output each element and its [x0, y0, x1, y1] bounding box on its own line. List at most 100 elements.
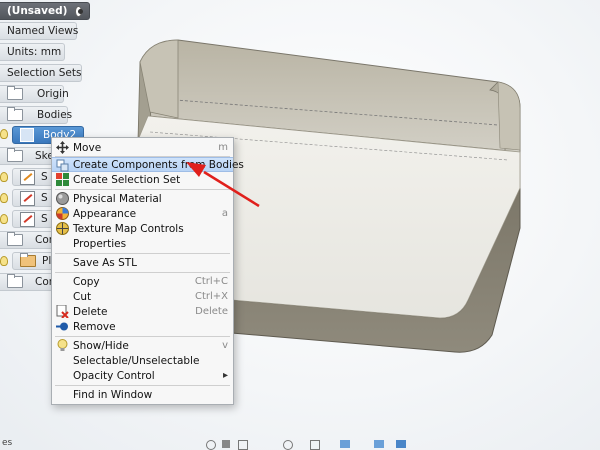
bottom-toolbar: es: [0, 438, 600, 450]
sketch-row-1[interactable]: S: [12, 168, 54, 186]
display-settings-icon[interactable]: [340, 440, 350, 448]
menu-item-texture-map-controls[interactable]: Texture Map Controls: [52, 221, 233, 236]
menu-separator: [55, 189, 230, 190]
menu-item-label: Opacity Control: [73, 369, 155, 382]
selection-sets-node[interactable]: Selection Sets: [0, 64, 82, 82]
menu-item-shortcut: v: [222, 340, 228, 351]
folder-icon: [7, 148, 23, 162]
menu-item-label: Create Selection Set: [73, 173, 181, 186]
origin-node[interactable]: Origin: [0, 85, 69, 103]
texture-map-icon: [56, 222, 69, 235]
move-icon: [56, 141, 69, 154]
submenu-arrow-icon: ▸: [222, 370, 228, 381]
menu-item-label: Appearance: [73, 207, 137, 220]
menu-item-shortcut: Ctrl+X: [194, 291, 228, 302]
components-node[interactable]: Compone: [0, 273, 85, 291]
menu-item-label: Save As STL: [73, 256, 138, 269]
document-title-node[interactable]: (Unsaved): [0, 2, 90, 20]
menu-item-label: Show/Hide: [73, 339, 129, 352]
document-title: (Unsaved): [7, 5, 68, 17]
menu-item-opacity-control[interactable]: Opacity Control ▸: [52, 368, 233, 383]
menu-separator: [55, 253, 230, 254]
menu-item-show-hide[interactable]: Show/Hide v: [52, 338, 233, 353]
menu-item-shortcut: Delete: [195, 306, 228, 317]
folder-icon: [7, 86, 23, 100]
lightbulb-icon[interactable]: [0, 193, 8, 203]
body-icon: [20, 128, 34, 142]
menu-item-shortcut: a: [221, 208, 228, 219]
menu-item-selectable-unselectable[interactable]: Selectable/Unselectable: [52, 353, 233, 368]
construction-node[interactable]: Constru: [0, 231, 76, 249]
units-label: Units: mm: [7, 46, 62, 58]
selection-sets-label: Selection Sets: [7, 67, 82, 79]
named-views-node[interactable]: Named Views: [0, 22, 79, 40]
units-node[interactable]: Units: mm: [0, 43, 65, 61]
menu-item-label: Cut: [73, 290, 92, 303]
viewports-icon[interactable]: [396, 440, 406, 448]
menu-item-remove[interactable]: Remove: [52, 319, 233, 334]
lightbulb-icon[interactable]: [0, 214, 8, 224]
named-views-label: Named Views: [7, 25, 79, 37]
lightbulb-icon: [57, 339, 68, 351]
menu-item-create-components-from-bodies[interactable]: Create Components from Bodies: [52, 157, 244, 172]
sketches-node[interactable]: Sketc: [0, 147, 64, 165]
menu-item-label: Selectable/Unselectable: [73, 354, 200, 367]
plane-icon: [20, 253, 36, 267]
menu-item-save-as-stl[interactable]: Save As STL: [52, 255, 233, 270]
menu-item-label: Delete: [73, 305, 108, 318]
menu-item-delete[interactable]: Delete Delete: [52, 304, 233, 319]
menu-item-physical-material[interactable]: Physical Material: [52, 191, 233, 206]
sketch-row-label: S: [41, 192, 48, 204]
lightbulb-icon[interactable]: [0, 172, 8, 182]
delete-icon: [56, 305, 69, 318]
folder-icon: [7, 232, 23, 246]
menu-separator: [55, 385, 230, 386]
menu-item-label: Properties: [73, 237, 127, 250]
sketch-icon: [20, 190, 35, 206]
menu-item-properties[interactable]: Properties: [52, 236, 233, 251]
sketch-row-2[interactable]: S: [12, 189, 54, 207]
plane-node[interactable]: Plan: [12, 252, 64, 270]
pan-icon[interactable]: [222, 440, 230, 448]
menu-item-label: Move: [73, 141, 102, 154]
sketch-row-label: S: [41, 171, 48, 183]
material-sphere-icon: [56, 192, 69, 205]
menu-item-label: Texture Map Controls: [73, 222, 184, 235]
bodies-label: Bodies: [37, 109, 73, 121]
menu-item-label: Create Components from Bodies: [73, 158, 244, 171]
menu-separator: [55, 336, 230, 337]
menu-item-shortcut: Ctrl+C: [194, 276, 228, 287]
create-components-icon: [56, 159, 69, 172]
lightbulb-icon[interactable]: [0, 129, 8, 139]
selection-set-icon: [56, 173, 69, 186]
lightbulb-icon[interactable]: [0, 256, 8, 266]
fit-icon[interactable]: [310, 440, 320, 450]
sketch-row-label: S: [41, 213, 48, 225]
menu-item-create-selection-set[interactable]: Create Selection Set: [52, 172, 233, 187]
status-text: es: [2, 438, 13, 448]
context-menu: Move m Create Components from Bodies Cre…: [51, 137, 244, 405]
menu-item-find-in-window[interactable]: Find in Window: [52, 387, 233, 402]
folder-icon: [7, 107, 23, 121]
remove-icon: [56, 322, 68, 331]
menu-separator: [55, 272, 230, 273]
menu-item-appearance[interactable]: Appearance a: [52, 206, 233, 221]
sketch-icon: [20, 211, 35, 227]
zoom-icon[interactable]: [283, 440, 293, 450]
look-at-icon[interactable]: [238, 440, 248, 450]
appearance-sphere-icon: [56, 207, 69, 220]
sketch-icon: [20, 169, 35, 185]
folder-icon: [7, 274, 23, 288]
menu-item-label: Find in Window: [73, 388, 153, 401]
bodies-node[interactable]: Bodies: [0, 106, 72, 124]
active-radio-icon[interactable]: [75, 5, 83, 17]
menu-item-shortcut: m: [218, 142, 228, 153]
menu-item-cut[interactable]: Cut Ctrl+X: [52, 289, 233, 304]
orbit-icon[interactable]: [206, 440, 216, 450]
origin-label: Origin: [37, 88, 69, 100]
menu-item-copy[interactable]: Copy Ctrl+C: [52, 274, 233, 289]
menu-item-move[interactable]: Move m: [52, 140, 233, 155]
sketch-row-3[interactable]: S: [12, 210, 54, 228]
menu-item-label: Remove: [73, 320, 116, 333]
grid-icon[interactable]: [374, 440, 384, 448]
